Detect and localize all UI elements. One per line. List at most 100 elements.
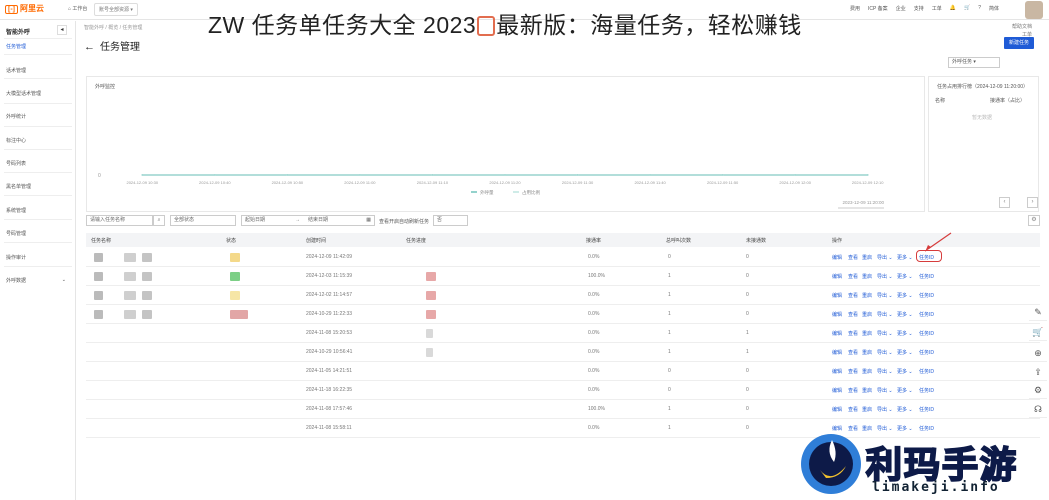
sidebar-item-numbers[interactable]: 号码列表 xyxy=(6,160,70,167)
sidebar-item-number-mgmt[interactable]: 号码管理 xyxy=(6,230,70,237)
resource-search[interactable]: 账号全部资源 ▾ xyxy=(94,3,138,16)
top-link[interactable]: 简体 xyxy=(989,5,999,12)
top-link[interactable]: 企业 xyxy=(896,5,906,12)
restart-action[interactable]: 重启 xyxy=(862,311,872,318)
export-action[interactable]: 导出 ⌄ xyxy=(877,330,893,337)
help-doc-link[interactable]: 帮助文档 xyxy=(1012,23,1032,31)
table-row[interactable]: 2024-11-08 15:20:53 0.0% 1 1 编辑 查看 重启 导出 ⌄ 更多 ⌄ 任… xyxy=(86,324,1040,343)
export-action[interactable]: 导出 ⌄ xyxy=(877,349,893,356)
task-id-action[interactable]: 任务ID xyxy=(919,292,934,299)
sidebar-item-system[interactable]: 系统管理 xyxy=(6,207,70,214)
help-icon[interactable]: ? xyxy=(978,5,981,12)
table-row[interactable]: 2024-12-02 11:14:57 0.0% 1 0 编辑 查看 重启 导出 ⌄ 更多 ⌄ 任… xyxy=(86,286,1040,305)
export-action[interactable]: 导出 ⌄ xyxy=(877,387,893,394)
export-action[interactable]: 导出 ⌄ xyxy=(877,292,893,299)
sidebar-item-audit[interactable]: 操作审计 xyxy=(6,254,70,261)
bell-icon[interactable]: 🔔 xyxy=(950,5,956,12)
restart-action[interactable]: 重启 xyxy=(862,387,872,394)
task-id-action[interactable]: 任务ID xyxy=(919,368,934,375)
more-action[interactable]: 更多 ⌄ xyxy=(897,330,913,337)
cart-icon[interactable]: 🛒 xyxy=(1029,323,1047,341)
back-arrow-icon[interactable]: ← xyxy=(84,41,95,53)
restart-action[interactable]: 重启 xyxy=(862,330,872,337)
add-icon[interactable]: ⊕ xyxy=(1029,344,1047,362)
task-id-action[interactable]: 任务ID xyxy=(919,273,934,280)
edit-action[interactable]: 编辑 xyxy=(832,311,842,318)
edit-action[interactable]: 编辑 xyxy=(832,349,842,356)
top-link[interactable]: 费用 xyxy=(850,5,860,12)
search-icon[interactable]: ⌕ xyxy=(153,215,165,226)
more-action[interactable]: 更多 ⌄ xyxy=(897,273,913,280)
edit-action[interactable]: 编辑 xyxy=(832,387,842,394)
avatar[interactable] xyxy=(1025,1,1043,19)
status-select[interactable]: 全部状态 xyxy=(170,215,236,226)
task-search-input[interactable]: 请输入任务名称 xyxy=(86,215,153,226)
top-link[interactable]: 支持 xyxy=(914,5,924,12)
edit-action[interactable]: 编辑 xyxy=(832,254,842,261)
view-action[interactable]: 查看 xyxy=(848,254,858,261)
more-action[interactable]: 更多 ⌄ xyxy=(897,311,913,318)
restart-action[interactable]: 重启 xyxy=(862,273,872,280)
sidebar-item-llm-script[interactable]: 大模型话术管理 xyxy=(6,90,70,97)
table-row[interactable]: 2024-11-08 17:57:46 100.0% 1 0 编辑 查看 重启 导出 ⌄ 更多 … xyxy=(86,400,1040,419)
view-action[interactable]: 查看 xyxy=(848,273,858,280)
export-action[interactable]: 导出 ⌄ xyxy=(877,406,893,413)
table-row[interactable]: 2024-10-29 11:22:33 0.0% 1 0 编辑 查看 重启 导出 ⌄ 更多 ⌄ 任… xyxy=(86,305,1040,324)
top-link[interactable]: 工单 xyxy=(932,5,942,12)
edit-action[interactable]: 编辑 xyxy=(832,292,842,299)
sidebar-item-blacklist[interactable]: 黑名单管理 xyxy=(6,183,70,190)
edit-action[interactable]: 编辑 xyxy=(832,273,842,280)
restart-action[interactable]: 重启 xyxy=(862,292,872,299)
more-action[interactable]: 更多 ⌄ xyxy=(897,254,913,261)
edit-icon[interactable]: ✎ xyxy=(1029,303,1047,321)
breadcrumb-item[interactable]: 概览 xyxy=(108,25,118,31)
view-action[interactable]: 查看 xyxy=(848,368,858,375)
table-row[interactable]: 2024-12-09 11:42:09 0.0% 0 0 编辑 查看 重启 导出 ⌄ 更多 ⌄ 任… xyxy=(86,248,1040,267)
more-action[interactable]: 更多 ⌄ xyxy=(897,349,913,356)
next-page-icon[interactable]: › xyxy=(1027,197,1038,208)
share-icon[interactable]: ⇪ xyxy=(1029,363,1047,381)
view-action[interactable]: 查看 xyxy=(848,387,858,394)
edit-action[interactable]: 编辑 xyxy=(832,368,842,375)
export-action[interactable]: 导出 ⌄ xyxy=(877,311,893,318)
prev-page-icon[interactable]: ‹ xyxy=(999,197,1010,208)
task-id-action[interactable]: 任务ID xyxy=(919,387,934,394)
table-row[interactable]: 2024-11-18 16:22:35 0.0% 0 0 编辑 查看 重启 导出 ⌄ 更多 ⌄ 任… xyxy=(86,381,1040,400)
restart-action[interactable]: 重启 xyxy=(862,368,872,375)
more-action[interactable]: 更多 ⌄ xyxy=(897,406,913,413)
cart-icon[interactable]: 🛒 xyxy=(964,5,970,12)
restart-action[interactable]: 重启 xyxy=(862,254,872,261)
more-action[interactable]: 更多 ⌄ xyxy=(897,292,913,299)
workbench-link[interactable]: ⌂ 工作台 xyxy=(68,5,87,12)
edit-action[interactable]: 编辑 xyxy=(832,406,842,413)
view-action[interactable]: 查看 xyxy=(848,292,858,299)
sidebar-item-task-management[interactable]: 任务管理 xyxy=(6,43,70,50)
table-row[interactable]: 2024-10-29 10:56:41 0.0% 1 1 编辑 查看 重启 导出 ⌄ 更多 ⌄ 任… xyxy=(86,343,1040,362)
table-row[interactable]: 2024-12-03 11:15:39 100.0% 1 0 编辑 查看 重启 导出 ⌄ 更多 … xyxy=(86,267,1040,286)
task-id-action[interactable]: 任务ID xyxy=(919,330,934,337)
brand-logo[interactable]: [-] 阿里云 xyxy=(5,3,44,14)
date-range-picker[interactable]: 起始日期 → 结束日期 ▦ xyxy=(241,215,375,226)
view-action[interactable]: 查看 xyxy=(848,349,858,356)
view-action[interactable]: 查看 xyxy=(848,406,858,413)
scope-select[interactable]: 外呼任务 ▾ xyxy=(948,57,1000,68)
create-task-button[interactable]: 新建任务 xyxy=(1004,37,1034,49)
more-action[interactable]: 更多 ⌄ xyxy=(897,387,913,394)
more-action[interactable]: 更多 ⌄ xyxy=(897,368,913,375)
sidebar-item-annotation[interactable]: 标注中心 xyxy=(6,137,70,144)
sidebar-item-stats[interactable]: 外呼统计 xyxy=(6,113,70,120)
restart-action[interactable]: 重启 xyxy=(862,349,872,356)
table-row[interactable]: 2024-11-05 14:21:51 0.0% 0 0 编辑 查看 重启 导出 ⌄ 更多 ⌄ 任… xyxy=(86,362,1040,381)
export-action[interactable]: 导出 ⌄ xyxy=(877,254,893,261)
view-action[interactable]: 查看 xyxy=(848,330,858,337)
export-action[interactable]: 导出 ⌄ xyxy=(877,368,893,375)
collapse-sidebar-icon[interactable]: ◂ xyxy=(57,25,67,35)
sidebar-item-script[interactable]: 话术管理 xyxy=(6,67,70,74)
support-icon[interactable]: ☊ xyxy=(1029,400,1047,418)
task-id-action[interactable]: 任务ID xyxy=(919,406,934,413)
sidebar-item-data[interactable]: 外呼数据 ⌄ xyxy=(6,277,70,284)
edit-action[interactable]: 编辑 xyxy=(832,330,842,337)
settings-icon[interactable]: ⚙ xyxy=(1028,215,1040,226)
restart-action[interactable]: 重启 xyxy=(862,406,872,413)
task-id-action[interactable]: 任务ID xyxy=(919,349,934,356)
